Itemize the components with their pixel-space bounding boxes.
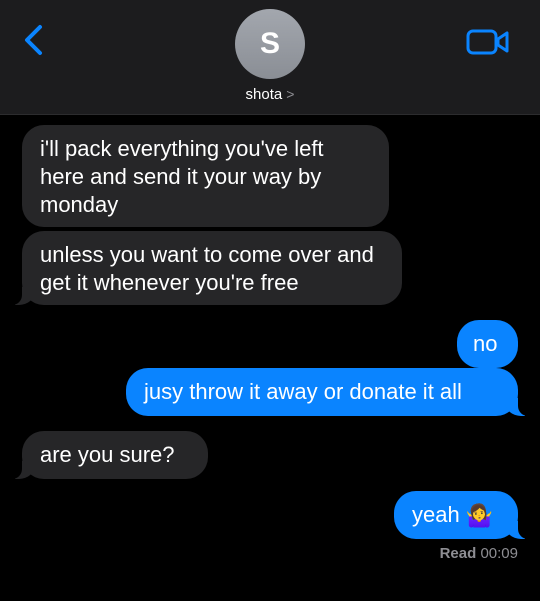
message-bubble-outgoing[interactable]: jusy throw it away or donate it all: [126, 368, 538, 416]
message-bubble-incoming[interactable]: are you sure?: [2, 431, 208, 479]
contact-name: shota: [245, 86, 283, 103]
message-bubble-incoming[interactable]: i'll pack everything you've left here an…: [22, 125, 389, 227]
read-time: 00:09: [480, 545, 518, 562]
chevron-right-icon: >: [286, 86, 295, 102]
read-receipt: Read 00:09: [440, 545, 518, 562]
message-bubble-outgoing[interactable]: no: [457, 320, 518, 368]
avatar[interactable]: S: [235, 9, 305, 79]
person-shrugging-emoji-icon: 🤷‍♀️: [465, 503, 494, 529]
message-bubble-incoming[interactable]: unless you want to come over and get it …: [2, 231, 402, 305]
read-label: Read: [439, 545, 477, 562]
conversation-header: S shota >: [0, 0, 540, 115]
message-text: yeah: [412, 502, 460, 527]
video-camera-icon[interactable]: [466, 29, 510, 55]
contact-name-button[interactable]: shota >: [0, 86, 540, 103]
message-bubble-outgoing[interactable]: yeah 🤷‍♀️: [394, 491, 538, 539]
chevron-left-icon[interactable]: [20, 24, 48, 56]
